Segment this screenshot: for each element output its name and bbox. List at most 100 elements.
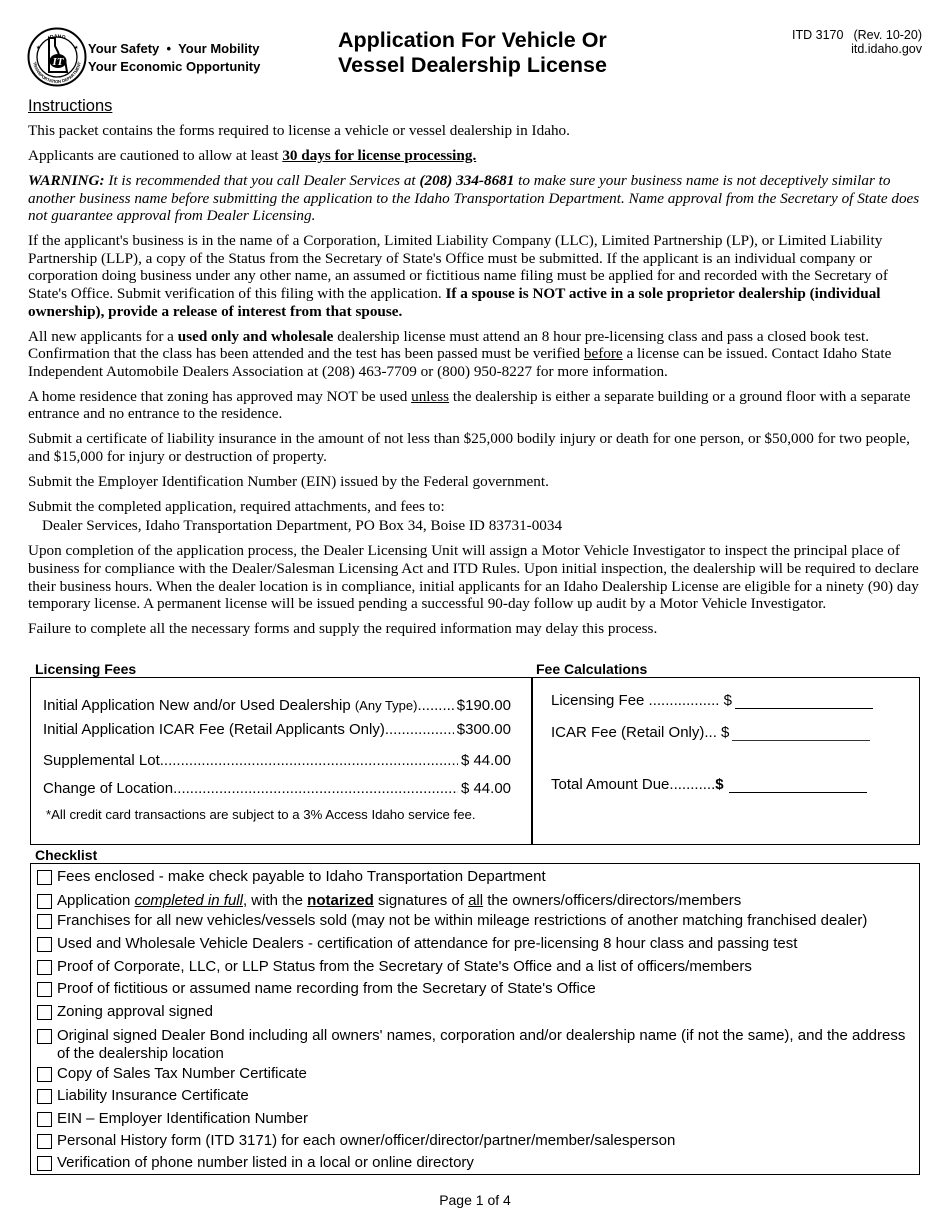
checklist-checkbox[interactable] (37, 960, 52, 975)
instructions-inspection: Upon completion of the application proce… (28, 542, 919, 613)
instructions-processing-time: Applicants are cautioned to allow at lea… (28, 147, 924, 165)
instructions-home-residence: A home residence that zoning has approve… (28, 388, 924, 423)
title-line-2: Vessel Dealership License (338, 53, 607, 77)
checklist-checkbox[interactable] (37, 870, 52, 885)
leader-dots (173, 780, 458, 797)
checklist-text: Proof of fictitious or assumed name reco… (57, 980, 596, 997)
calc-licensing-fee: Licensing Fee ................. $ (551, 692, 873, 709)
checklist-text: Liability Insurance Certificate (57, 1087, 249, 1104)
itd-logo-icon: IT IDAHO TRANSPORTATION DEPARTMENT ★ ★ (27, 27, 87, 87)
fee-calculations-heading: Fee Calculations (536, 661, 648, 677)
website-link[interactable]: itd.idaho.gov (792, 42, 922, 56)
text-part: the owners/officers/directors/members (483, 892, 742, 909)
fee-row-supplemental-lot: Supplemental Lot $ 44.00 (43, 752, 511, 769)
checklist-checkbox[interactable] (37, 982, 52, 997)
fee-amount: $ 44.00 (460, 752, 511, 769)
fee-label: Initial Application ICAR Fee (Retail App… (43, 721, 385, 738)
checklist-checkbox[interactable] (37, 1089, 52, 1104)
checklist-item: Zoning approval signed (37, 1003, 907, 1021)
fee-label-note: (Any Type) (354, 698, 418, 713)
all-emphasis: all (468, 892, 484, 909)
checklist-checkbox[interactable] (37, 1134, 52, 1149)
completed-in-full-emphasis: completed in full (134, 892, 243, 909)
total-amount-input[interactable] (728, 777, 867, 793)
licensing-fees-heading: Licensing Fees (35, 661, 137, 677)
svg-text:★: ★ (36, 45, 41, 51)
checklist-checkbox[interactable] (37, 894, 52, 909)
checklist-item: Original signed Dealer Bond including al… (37, 1027, 907, 1063)
fee-label: Supplemental Lot (43, 752, 160, 769)
warning-label: WARNING: (28, 171, 105, 189)
checklist-text: Proof of Corporate, LLC, or LLP Status f… (57, 958, 752, 975)
calc-label: Total Amount Due........... (551, 776, 716, 793)
document-header: IT IDAHO TRANSPORTATION DEPARTMENT ★ ★ Y… (0, 0, 950, 95)
checklist-item: Used and Wholesale Vehicle Dealers - cer… (37, 935, 907, 953)
fee-amount: $190.00 (456, 697, 511, 714)
checklist-item: Copy of Sales Tax Number Certificate (37, 1065, 907, 1083)
fee-row-change-location: Change of Location $ 44.00 (43, 780, 511, 797)
checklist-checkbox[interactable] (37, 1067, 52, 1082)
currency-symbol: $ (723, 692, 732, 709)
svg-text:★: ★ (74, 45, 79, 51)
svg-text:IT: IT (52, 56, 65, 68)
text-part: , with the (242, 892, 308, 909)
instructions-insurance: Submit a certificate of liability insura… (28, 430, 910, 465)
dealer-services-phone: (208) 334-8681 (419, 171, 515, 189)
fee-row-initial-dealership: Initial Application New and/or Used Deal… (43, 697, 511, 714)
checklist-item: Application completed in full, with the … (37, 892, 907, 910)
instructions-used-wholesale: All new applicants for a used only and w… (28, 328, 924, 381)
checklist-text: Verification of phone number listed in a… (57, 1154, 474, 1171)
instructions-failure-note: Failure to complete all the necessary fo… (28, 620, 658, 638)
fee-label: Change of Location (43, 780, 174, 797)
leader-dots (385, 721, 454, 738)
licensing-fee-input[interactable] (734, 693, 873, 709)
fee-row-icar: Initial Application ICAR Fee (Retail App… (43, 721, 511, 738)
checklist-item: Liability Insurance Certificate (37, 1087, 907, 1105)
checklist-text: EIN – Employer Identification Number (57, 1110, 308, 1127)
checklist-item: Proof of Corporate, LLC, or LLP Status f… (37, 958, 907, 976)
credit-card-fee-note: *All credit card transactions are subjec… (46, 807, 476, 822)
checklist-item: Franchises for all new vehicles/vessels … (37, 912, 907, 930)
home-residence-text-a: A home residence that zoning has approve… (28, 387, 412, 405)
checklist-checkbox[interactable] (37, 937, 52, 952)
fee-amount: $ 44.00 (460, 780, 511, 797)
instructions-intro: This packet contains the forms required … (28, 122, 570, 139)
agency-tagline: Your Safety • Your Mobility Your Economi… (88, 40, 260, 76)
checklist-checkbox[interactable] (37, 1005, 52, 1020)
mailing-address: Dealer Services, Idaho Transportation De… (42, 517, 563, 535)
fees-box: Initial Application New and/or Used Deal… (30, 677, 920, 845)
checklist-item: Verification of phone number listed in a… (37, 1154, 907, 1172)
warning-text-a: It is recommended that you call Dealer S… (104, 171, 420, 189)
fees-divider (531, 678, 533, 844)
checklist-box: Fees enclosed - make check payable to Id… (30, 863, 920, 1175)
checklist-item: EIN – Employer Identification Number (37, 1110, 907, 1128)
notarized-emphasis: notarized (307, 892, 374, 909)
checklist-checkbox[interactable] (37, 1112, 52, 1127)
instructions-section: Instructions This packet contains the fo… (28, 96, 924, 645)
processing-days: 30 days for license processing. (282, 146, 477, 164)
form-identifier: ITD 3170 (Rev. 10-20) itd.idaho.gov (792, 28, 922, 56)
checklist-checkbox[interactable] (37, 1156, 52, 1171)
checklist-text: Personal History form (ITD 3171) for eac… (57, 1132, 676, 1149)
leader-dots (160, 752, 458, 769)
checklist-text: Franchises for all new vehicles/vessels … (57, 912, 868, 929)
icar-fee-input[interactable] (732, 725, 871, 741)
checklist-text: Used and Wholesale Vehicle Dealers - cer… (57, 935, 798, 952)
page-number: Page 1 of 4 (439, 1192, 511, 1208)
checklist-text: Copy of Sales Tax Number Certificate (57, 1065, 307, 1082)
tagline-mobility: Your Mobility (178, 41, 260, 56)
checklist-text: Original signed Dealer Bond including al… (57, 1027, 906, 1062)
calc-icar-fee: ICAR Fee (Retail Only)... $ (551, 724, 871, 741)
used-wholesale-text-a: All new applicants for a (28, 327, 178, 345)
unless-emphasis: unless (411, 387, 450, 405)
used-wholesale-emphasis: used only and wholesale (177, 327, 334, 345)
before-emphasis: before (583, 345, 623, 363)
checklist-checkbox[interactable] (37, 914, 52, 929)
leader-dots (417, 697, 453, 714)
checklist-item: Fees enclosed - make check payable to Id… (37, 868, 907, 886)
form-number: ITD 3170 (792, 28, 844, 42)
processing-text: Applicants are cautioned to allow at lea… (28, 146, 283, 164)
checklist-checkbox[interactable] (37, 1029, 52, 1044)
checklist-item: Personal History form (ITD 3171) for eac… (37, 1132, 907, 1150)
checklist-text: Fees enclosed - make check payable to Id… (57, 868, 546, 885)
